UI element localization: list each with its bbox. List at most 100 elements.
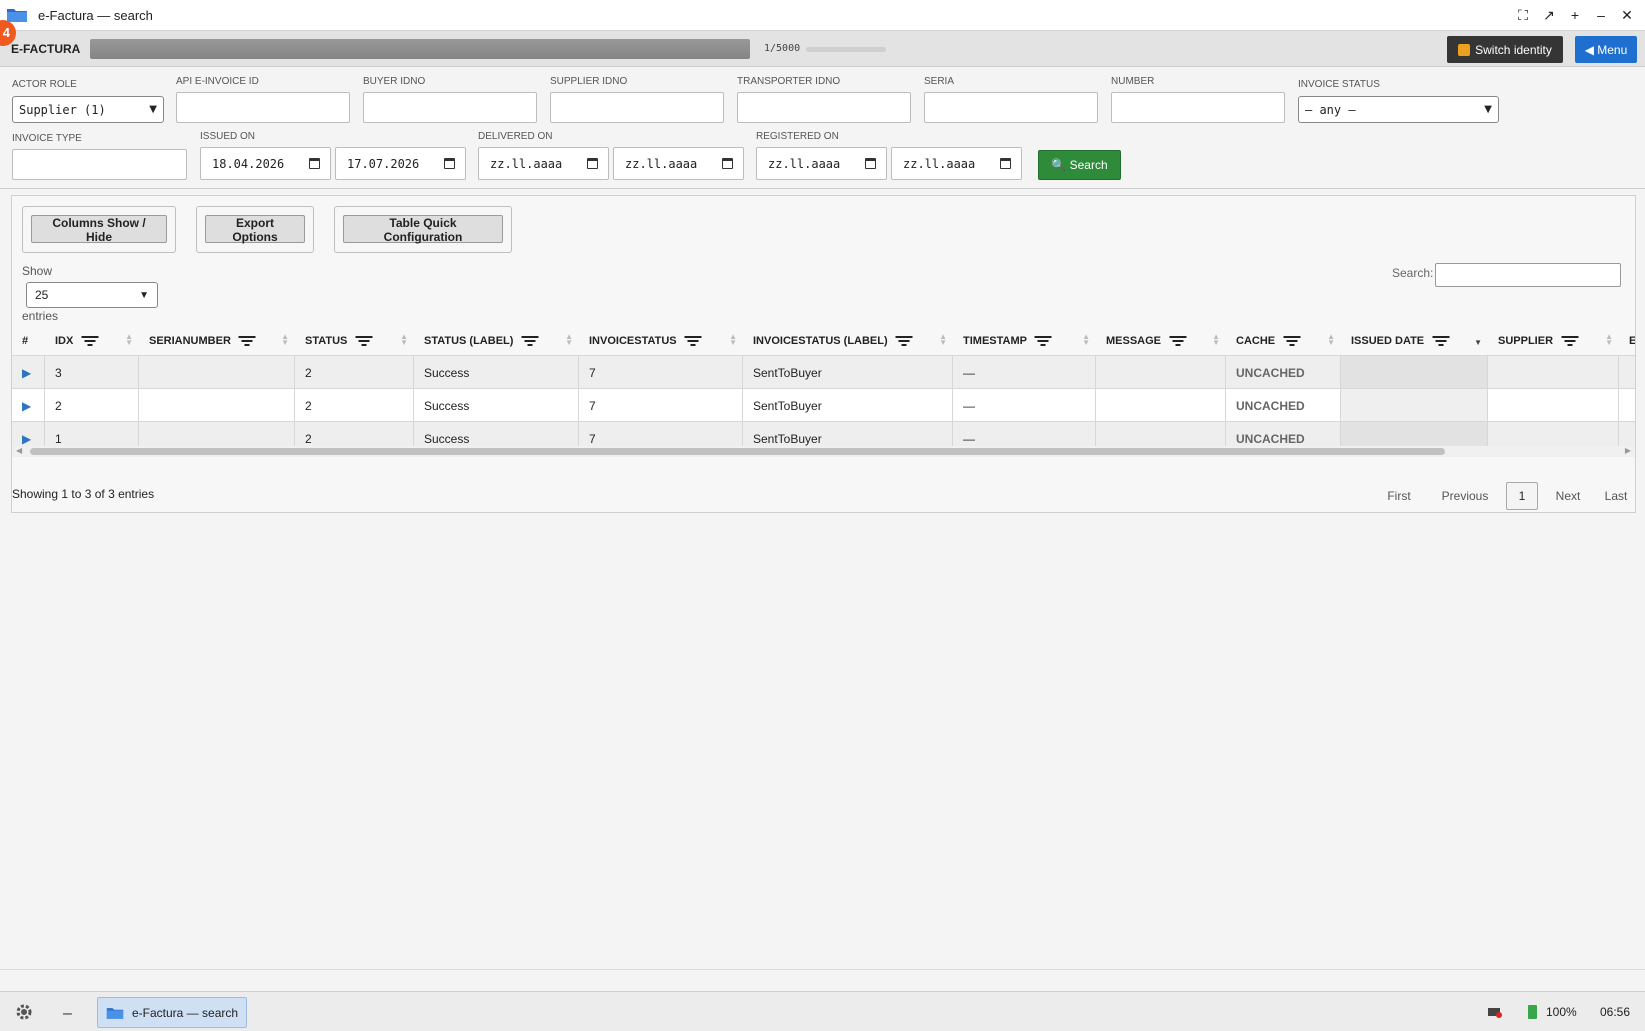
pagination-last[interactable]: Last (1596, 482, 1636, 510)
delivered-on-from-input[interactable]: zz.ll.aaaa (478, 147, 609, 180)
switch-identity-button[interactable]: Switch identity (1447, 36, 1563, 63)
transporter-idno-label: TRANSPORTER IDNO (737, 76, 841, 87)
filter-icon[interactable] (895, 335, 913, 347)
issued-on-to-input[interactable]: 17.07.2026 (335, 147, 466, 180)
filter-icon[interactable] (1169, 335, 1187, 347)
pagination-next[interactable]: Next (1544, 482, 1592, 510)
sort-icon[interactable]: ▲ ▼ (1212, 333, 1220, 347)
column-header-status-label[interactable]: STATUS (LABEL) ▲ ▼ (414, 326, 579, 355)
clock[interactable]: 06:56 (1600, 1005, 1630, 1019)
sort-icon[interactable]: ▲ ▼ (400, 333, 408, 347)
column-header-partial[interactable]: E (1619, 326, 1635, 355)
filter-icon[interactable] (355, 335, 373, 347)
row-expand-toggle[interactable]: ▶ (12, 389, 45, 422)
issued-on-from-input[interactable]: 18.04.2026 (200, 147, 331, 180)
search-filters: ACTOR ROLE Supplier (1) ▼ API E-INVOICE … (0, 67, 1645, 189)
sort-icon[interactable]: ▲ ▼ (939, 333, 947, 347)
calendar-icon[interactable] (865, 158, 876, 169)
row-expand-toggle[interactable]: ▶ (12, 356, 45, 389)
column-header-cache[interactable]: CACHE ▲ ▼ (1226, 326, 1341, 355)
entries-label: entries (22, 309, 59, 323)
calendar-icon[interactable] (1000, 158, 1011, 169)
calendar-icon[interactable] (444, 158, 455, 169)
filter-icon[interactable] (521, 335, 539, 347)
sort-icon[interactable]: ▲ ▼ (1082, 333, 1090, 347)
page-length-select[interactable]: 25 ▼ (26, 282, 158, 308)
search-button[interactable]: 🔍 Search (1038, 150, 1121, 180)
table-row[interactable]: ▶ 2 2 Success 7 SentToBuyer — UNCACHED (12, 388, 1635, 422)
sort-icon[interactable]: ▲ ▼ (1327, 333, 1335, 347)
calendar-icon[interactable] (722, 158, 733, 169)
taskbar-item-efactura[interactable]: e-Factura — search (97, 997, 247, 1028)
pagination-page-1[interactable]: 1 (1506, 482, 1538, 510)
column-header-message[interactable]: MESSAGE ▲ ▼ (1096, 326, 1226, 355)
sort-icon[interactable]: ▲ ▼ (125, 333, 133, 347)
api-einvoice-id-input[interactable] (176, 92, 350, 123)
pagination-first[interactable]: First (1374, 482, 1424, 510)
sort-icon[interactable]: ▲ ▼ (281, 333, 289, 347)
network-disconnected-icon[interactable] (1488, 1006, 1502, 1018)
column-header-issued-date[interactable]: ISSUED DATE ▼ (1341, 326, 1488, 355)
sort-icon[interactable]: ▲ ▼ (1605, 333, 1613, 347)
column-header-invoicestatus-label[interactable]: INVOICESTATUS (LABEL) ▲ ▼ (743, 326, 953, 355)
scrollbar-thumb[interactable] (30, 448, 1445, 455)
fullscreen-icon[interactable]: ⛶ (1515, 6, 1531, 24)
horizontal-scrollbar[interactable]: ◀ ▶ (12, 446, 1635, 457)
table-quick-config-button[interactable]: Table Quick Configuration (343, 215, 503, 244)
export-options-button[interactable]: Export Options (205, 215, 305, 244)
table-row[interactable]: ▶ 3 2 Success 7 SentToBuyer — UNCACHED (12, 355, 1635, 389)
table-search-input[interactable] (1435, 263, 1621, 287)
battery-icon[interactable] (1528, 1005, 1537, 1019)
pagination-previous[interactable]: Previous (1430, 482, 1500, 510)
column-header-supplier[interactable]: SUPPLIER ▲ ▼ (1488, 326, 1619, 355)
filter-icon[interactable] (1561, 335, 1579, 347)
minimize-all-icon[interactable]: – (63, 1005, 72, 1023)
sort-desc-icon[interactable]: ▼ (1474, 334, 1482, 347)
supplier-idno-input[interactable] (550, 92, 724, 123)
column-header-timestamp[interactable]: TIMESTAMP ▲ ▼ (953, 326, 1096, 355)
show-label: Show (22, 264, 53, 278)
registered-on-from-input[interactable]: zz.ll.aaaa (756, 147, 887, 180)
column-header-serianumber[interactable]: SERIANUMBER ▲ ▼ (139, 326, 295, 355)
close-icon[interactable]: ✕ (1619, 6, 1635, 24)
filter-icon[interactable] (81, 335, 99, 347)
restore-icon[interactable]: ↗ (1541, 6, 1557, 24)
registered-on-to-input[interactable]: zz.ll.aaaa (891, 147, 1022, 180)
calendar-icon[interactable] (587, 158, 598, 169)
column-header-idx[interactable]: IDX ▲ ▼ (45, 326, 139, 355)
buyer-idno-input[interactable] (363, 92, 537, 123)
invoice-type-input[interactable] (12, 149, 187, 180)
menu-button[interactable]: ◀ Menu (1575, 36, 1637, 63)
expand-icon[interactable]: ▶ (22, 366, 31, 380)
scroll-left-icon[interactable]: ◀ (16, 446, 22, 455)
maximize-icon[interactable]: + (1567, 6, 1583, 24)
column-header-invoicestatus[interactable]: INVOICESTATUS ▲ ▼ (579, 326, 743, 355)
seria-input[interactable] (924, 92, 1098, 123)
filter-icon[interactable] (1283, 335, 1301, 347)
sort-icon[interactable]: ▲ ▼ (565, 333, 573, 347)
transporter-idno-input[interactable] (737, 92, 911, 123)
expand-icon[interactable]: ▶ (22, 432, 31, 446)
columns-toolgroup: Columns Show / Hide (22, 206, 176, 253)
filter-icon[interactable] (1432, 335, 1450, 347)
filter-icon[interactable] (238, 335, 256, 347)
gear-icon[interactable] (15, 1003, 33, 1021)
columns-show-hide-button[interactable]: Columns Show / Hide (31, 215, 167, 244)
filter-icon[interactable] (684, 335, 702, 347)
supplier-idno-label: SUPPLIER IDNO (550, 76, 628, 87)
delivered-on-to-input[interactable]: zz.ll.aaaa (613, 147, 744, 180)
sort-icon[interactable]: ▲ ▼ (729, 333, 737, 347)
calendar-icon[interactable] (309, 158, 320, 169)
minimize-icon[interactable]: – (1593, 6, 1609, 24)
actor-role-select[interactable]: Supplier (1) ▼ (12, 96, 164, 123)
invoice-status-select[interactable]: — any — ▼ (1298, 96, 1499, 123)
filter-icon[interactable] (1034, 335, 1052, 347)
progress-bar (90, 39, 750, 59)
cell-supplier (1488, 356, 1619, 389)
issued-on-to-value: 17.07.2026 (347, 156, 420, 171)
expand-icon[interactable]: ▶ (22, 399, 31, 413)
scroll-right-icon[interactable]: ▶ (1625, 446, 1631, 455)
cell-message (1096, 356, 1226, 389)
number-input[interactable] (1111, 92, 1285, 123)
column-header-status[interactable]: STATUS ▲ ▼ (295, 326, 414, 355)
